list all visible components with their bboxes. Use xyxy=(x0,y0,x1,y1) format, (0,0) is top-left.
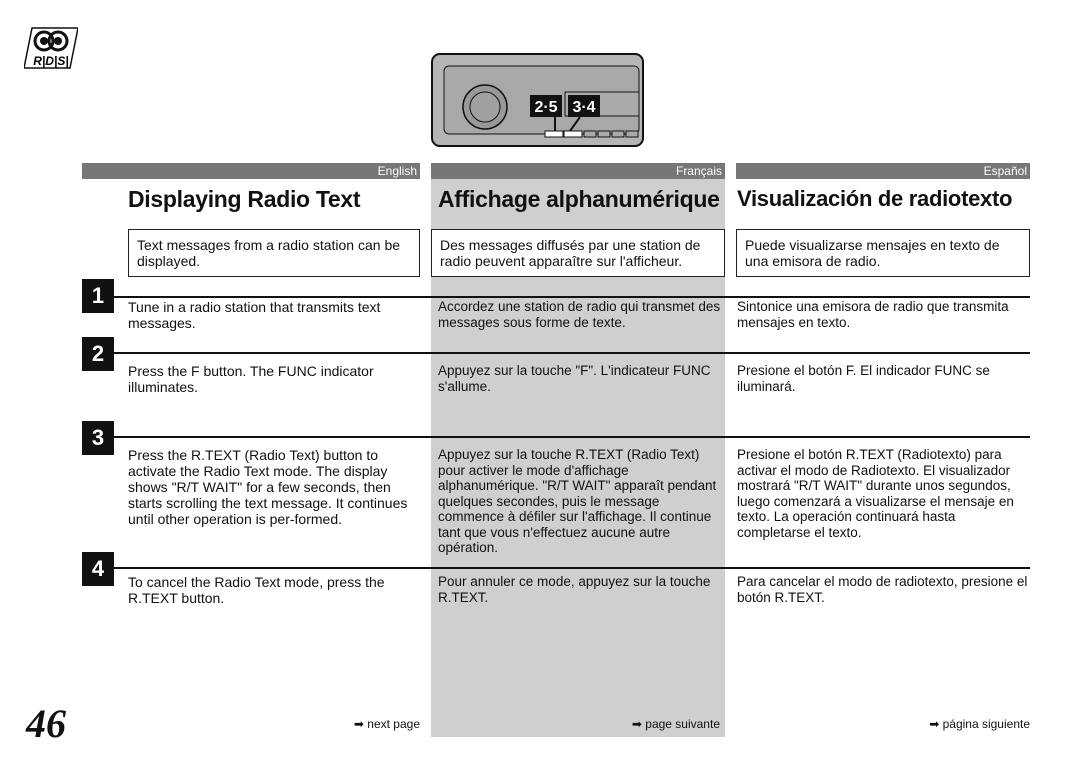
intro-spanish: Puede visualizarse mensajes en texto de … xyxy=(736,229,1030,277)
step-divider xyxy=(113,352,1030,354)
next-page-link-french[interactable]: ➡ page suivante xyxy=(560,717,720,731)
title-spanish: Visualización de radiotexto xyxy=(737,186,1013,211)
step-3-english: Press the R.TEXT (Radio Text) button to … xyxy=(128,447,408,527)
title-english: Displaying Radio Text xyxy=(128,186,361,212)
arrow-right-icon: ➡ xyxy=(929,717,940,731)
arrow-right-icon: ➡ xyxy=(631,717,642,731)
next-page-link-english[interactable]: ➡ next page xyxy=(300,717,420,731)
step-divider xyxy=(113,296,1030,298)
car-stereo-illustration: 2·5 3·4 xyxy=(431,53,644,147)
next-page-label: página siguiente xyxy=(942,717,1030,731)
step-number-2: 2 xyxy=(82,337,114,371)
step-4-french: Pour annuler ce mode, appuyez sur la tou… xyxy=(438,574,711,605)
lang-bar-spanish: Español xyxy=(736,163,1030,179)
step-3-spanish: Presione el botón R.TEXT (Radiotexto) pa… xyxy=(737,447,1014,540)
step-number-1: 1 xyxy=(82,279,114,313)
step-2-english: Press the F button. The FUNC indicator i… xyxy=(128,363,374,395)
intro-french: Des messages diffusés par une station de… xyxy=(431,229,725,277)
manual-page: R|D|S| 2·5 3·4 English Français Español … xyxy=(0,0,1080,762)
step-divider xyxy=(113,436,1030,438)
next-page-label: next page xyxy=(367,717,420,731)
step-1-english: Tune in a radio station that transmits t… xyxy=(128,299,381,331)
callout-2-5: 2·5 xyxy=(534,99,557,116)
step-1-spanish: Sintonice una emisora de radio que trans… xyxy=(737,299,1009,330)
step-number-3: 3 xyxy=(82,421,114,455)
page-number: 46 xyxy=(26,701,66,746)
next-page-label: page suivante xyxy=(645,717,720,731)
rds-logo: R|D|S| xyxy=(24,27,78,69)
step-4-spanish: Para cancelar el modo de radiotexto, pre… xyxy=(737,574,1028,605)
step-3-french: Appuyez sur la touche R.TEXT (Radio Text… xyxy=(438,447,717,555)
step-number-4: 4 xyxy=(82,552,114,586)
svg-text:R|D|S|: R|D|S| xyxy=(33,54,68,68)
step-divider xyxy=(113,567,1030,569)
intro-english: Text messages from a radio station can b… xyxy=(128,229,420,277)
step-1-french: Accordez une station de radio qui transm… xyxy=(438,299,721,330)
title-french: Affichage alphanumérique xyxy=(438,186,720,212)
lang-bar-english: English xyxy=(82,163,420,179)
arrow-right-icon: ➡ xyxy=(353,717,364,731)
step-2-french: Appuyez sur la touche "F". L'indicateur … xyxy=(438,363,711,394)
step-2-spanish: Presione el botón F. El indicador FUNC s… xyxy=(737,363,990,394)
step-4-english: To cancel the Radio Text mode, press the… xyxy=(128,574,385,606)
next-page-link-spanish[interactable]: ➡ página siguiente xyxy=(860,717,1030,731)
callout-3-4: 3·4 xyxy=(572,99,595,116)
lang-bar-french: Français xyxy=(431,163,725,179)
